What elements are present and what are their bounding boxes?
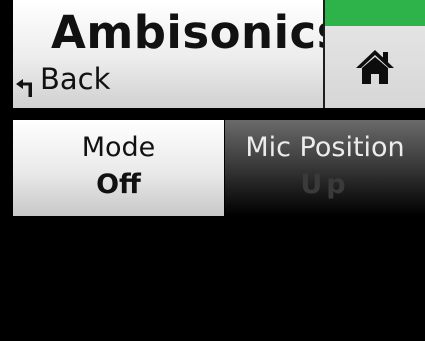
screen: Ambisonics Back Mode Off Mic Position Up bbox=[13, 0, 425, 341]
mic-position-label: Mic Position bbox=[245, 132, 405, 163]
mode-button[interactable]: Mode Off bbox=[13, 120, 224, 216]
back-button[interactable]: Back bbox=[16, 62, 111, 97]
empty-area bbox=[13, 216, 425, 341]
mic-position-button[interactable]: Mic Position Up bbox=[225, 120, 425, 216]
header-separator bbox=[13, 108, 425, 120]
header: Ambisonics Back bbox=[13, 0, 343, 110]
page-title: Ambisonics bbox=[51, 6, 344, 59]
back-arrow-icon bbox=[16, 70, 38, 97]
home-button[interactable] bbox=[325, 26, 425, 108]
status-indicator bbox=[325, 0, 425, 26]
mode-label: Mode bbox=[81, 132, 156, 163]
back-label: Back bbox=[40, 62, 111, 96]
mic-position-value: Up bbox=[300, 168, 350, 200]
mode-value: Off bbox=[96, 168, 141, 200]
home-icon bbox=[355, 49, 395, 85]
